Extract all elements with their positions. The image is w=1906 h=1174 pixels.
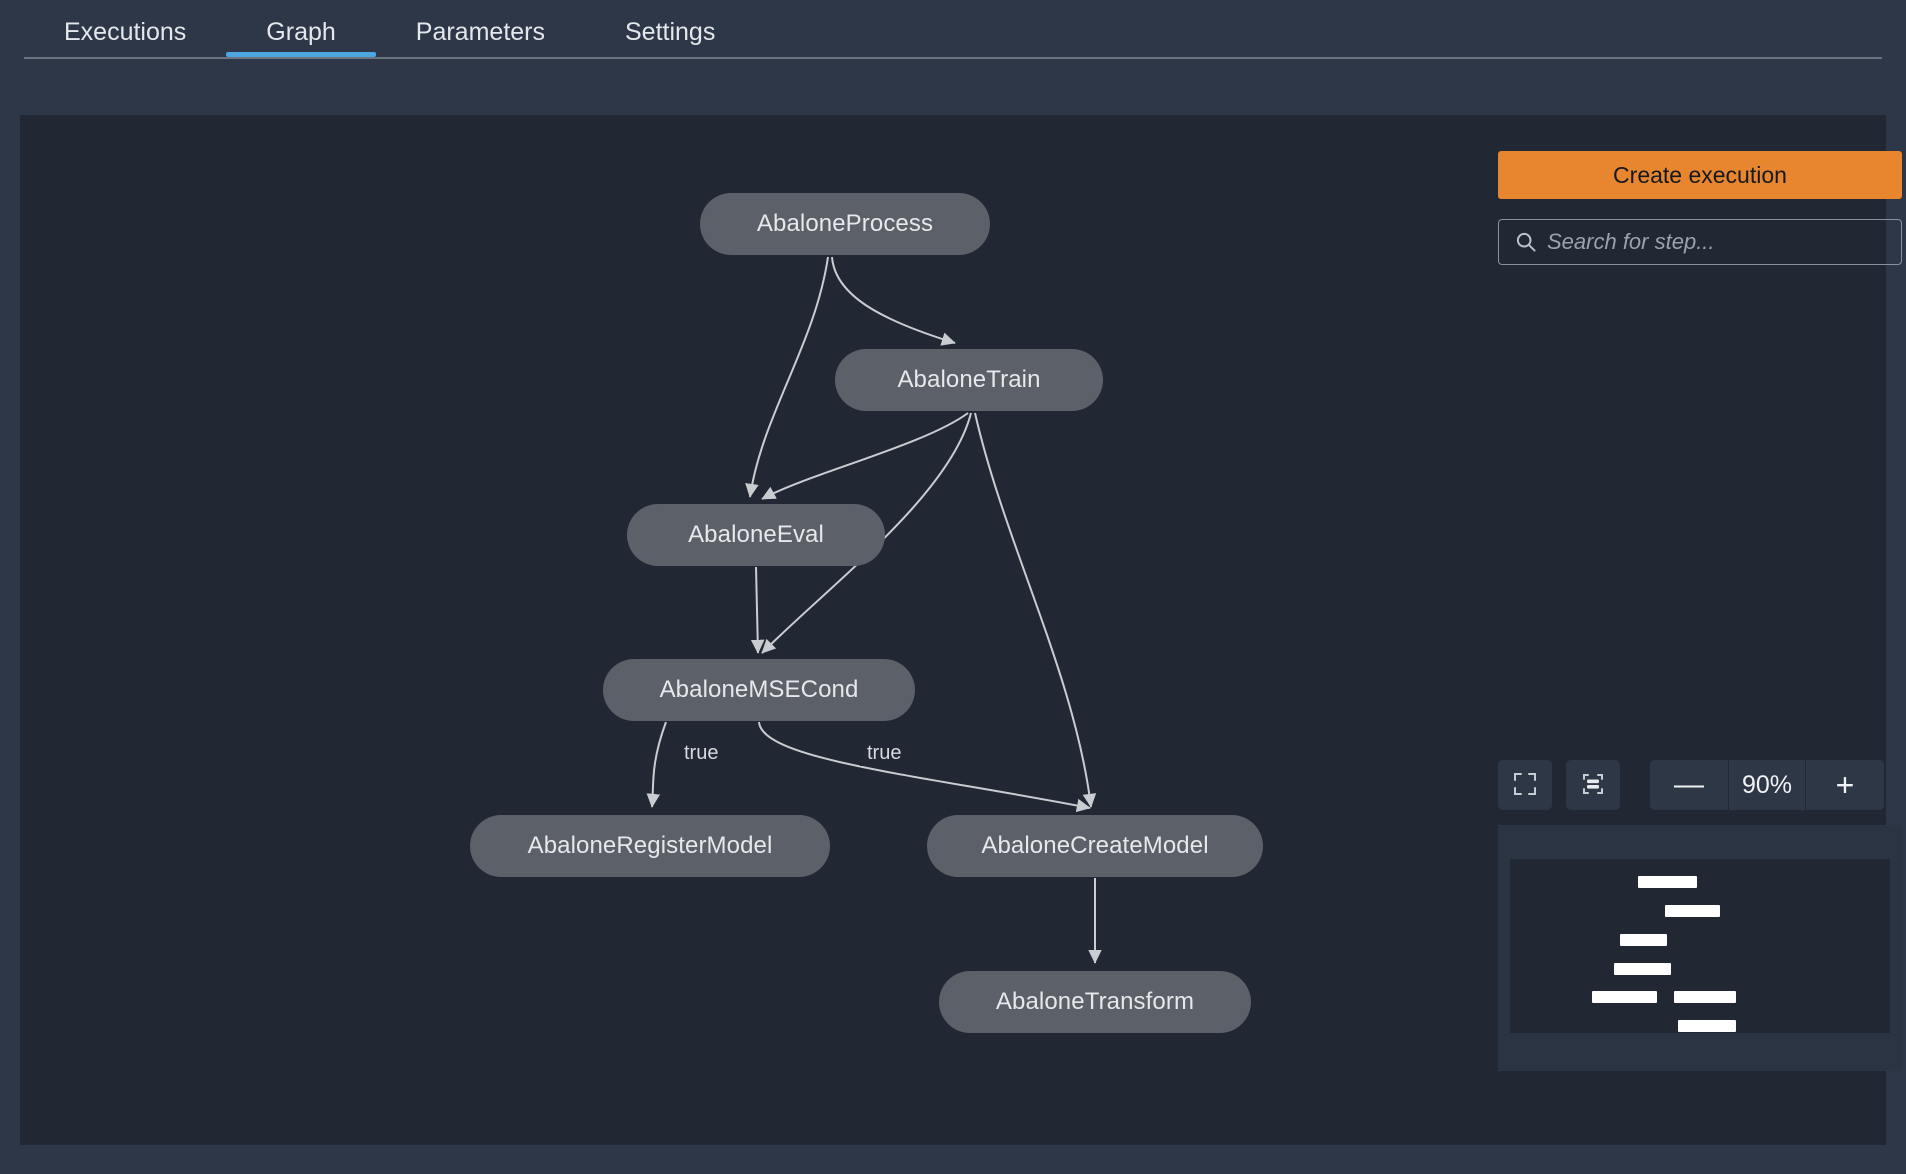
graph-node-abaloneregistermodel[interactable]: AbaloneRegisterModel [470, 815, 830, 877]
edge-process-eval [750, 257, 828, 497]
minimap-node [1592, 991, 1657, 1003]
fit-to-width-button[interactable] [1566, 760, 1620, 810]
tab-executions[interactable]: Executions [24, 0, 226, 52]
tab-settings[interactable]: Settings [585, 0, 755, 52]
graph-minimap[interactable] [1498, 825, 1902, 1071]
minimap-node [1614, 963, 1671, 975]
graph-node-label: AbaloneTrain [897, 366, 1040, 394]
search-for-step-field[interactable] [1498, 219, 1902, 265]
edge-label-true-createmodel: true [860, 741, 908, 766]
zoom-controls: — 90% + [1498, 760, 1884, 810]
tab-settings-label: Settings [625, 18, 715, 46]
graph-node-abalonetrain[interactable]: AbaloneTrain [835, 349, 1103, 411]
graph-node-label: AbaloneCreateModel [981, 832, 1208, 860]
tab-executions-label: Executions [64, 18, 186, 46]
tab-bar: Executions Graph Parameters Settings [0, 0, 1906, 70]
zoom-level-group: — 90% + [1650, 760, 1884, 810]
minimap-viewport[interactable] [1510, 859, 1890, 1033]
graph-edges [20, 115, 1486, 1145]
edge-eval-msecond [756, 567, 758, 653]
zoom-in-button[interactable]: + [1806, 760, 1884, 810]
tab-parameters-label: Parameters [416, 18, 545, 46]
zoom-out-button[interactable]: — [1650, 760, 1728, 810]
edge-msecond-createmodel [759, 722, 1090, 808]
graph-side-panel: Create execution [1478, 115, 1886, 1145]
search-icon [1515, 231, 1537, 253]
edge-train-eval [762, 413, 968, 499]
graph-node-label: AbaloneEval [688, 521, 824, 549]
fit-to-screen-button[interactable] [1498, 760, 1552, 810]
graph-node-abalonemsecond[interactable]: AbaloneMSECond [603, 659, 915, 721]
graph-node-label: AbaloneProcess [757, 210, 933, 238]
pipeline-graph[interactable]: AbaloneProcess AbaloneTrain AbaloneEval … [20, 115, 1486, 1145]
search-input[interactable] [1547, 229, 1901, 255]
graph-node-label: AbaloneTransform [996, 988, 1194, 1016]
edge-label-true-register: true [677, 741, 725, 766]
pipeline-canvas[interactable]: AbaloneProcess AbaloneTrain AbaloneEval … [20, 115, 1886, 1145]
fit-to-screen-icon [1512, 771, 1538, 800]
edge-train-createmodel [975, 413, 1091, 807]
zoom-level-value: 90% [1729, 760, 1805, 810]
graph-node-abalonetransform[interactable]: AbaloneTransform [939, 971, 1251, 1033]
minimap-node [1638, 876, 1697, 888]
graph-node-label: AbaloneRegisterModel [528, 832, 773, 860]
minimap-node [1665, 905, 1720, 917]
minimap-node [1678, 1020, 1736, 1032]
tab-bar-divider [24, 57, 1882, 59]
tab-graph[interactable]: Graph [226, 0, 375, 52]
tab-list: Executions Graph Parameters Settings [24, 0, 755, 70]
tab-parameters[interactable]: Parameters [376, 0, 585, 52]
create-execution-button[interactable]: Create execution [1498, 151, 1902, 199]
minimap-node [1674, 991, 1736, 1003]
tab-graph-label: Graph [266, 18, 335, 46]
edge-process-train [832, 257, 955, 343]
fit-to-width-icon [1580, 771, 1606, 800]
graph-node-abaloneprocess[interactable]: AbaloneProcess [700, 193, 990, 255]
graph-node-abaloneeval[interactable]: AbaloneEval [627, 504, 885, 566]
edge-msecond-registermodel [652, 722, 666, 807]
graph-node-abalonecreatemodel[interactable]: AbaloneCreateModel [927, 815, 1263, 877]
graph-node-label: AbaloneMSECond [660, 676, 859, 704]
minimap-node [1620, 934, 1667, 946]
